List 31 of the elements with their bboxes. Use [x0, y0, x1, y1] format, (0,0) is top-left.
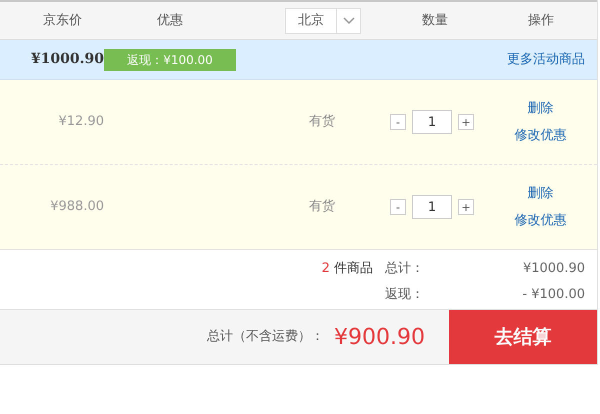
checkout-button[interactable]: 去结算 — [449, 310, 597, 364]
summary-value: ¥1000.90 — [522, 260, 585, 278]
quantity-field[interactable]: 1 — [412, 110, 452, 134]
action-link[interactable]: 删除 — [528, 184, 554, 203]
summary-label: 总计： — [385, 260, 424, 278]
stock-status: 有货 — [309, 113, 335, 132]
cashback-tag: 返现：¥100.00 — [104, 48, 236, 70]
summary-label: 返现： — [385, 286, 424, 304]
stock-status: 有货 — [309, 198, 335, 216]
decrease-button[interactable]: - — [390, 199, 406, 215]
item-price: ¥988.00 — [50, 198, 104, 216]
column-header: 数量 — [422, 12, 448, 30]
chevron-down-icon — [342, 16, 354, 24]
decrease-button[interactable]: - — [390, 114, 406, 130]
quantity-field[interactable]: 1 — [412, 195, 452, 219]
item-price: ¥12.90 — [58, 113, 104, 132]
column-header: 优惠 — [157, 12, 183, 30]
action-link[interactable]: 删除 — [528, 98, 554, 118]
total-price: ¥900.90 — [334, 324, 425, 352]
action-link[interactable]: 修改优惠 — [514, 126, 566, 146]
region-select[interactable]: 北京 — [285, 8, 361, 34]
more-products-link[interactable]: 更多活动商品 — [507, 50, 585, 70]
item-count: 2 件商品 — [322, 260, 373, 277]
column-header: 操作 — [528, 12, 554, 30]
increase-button[interactable]: + — [458, 114, 474, 130]
action-link[interactable]: 修改优惠 — [514, 211, 566, 230]
summary-value: - ¥100.00 — [522, 286, 585, 304]
increase-button[interactable]: + — [458, 199, 474, 215]
column-header: 京东价 — [43, 12, 82, 30]
total-label: 总计（不含运费）： — [207, 328, 324, 346]
promo-price: ¥1000.90 — [30, 50, 104, 69]
